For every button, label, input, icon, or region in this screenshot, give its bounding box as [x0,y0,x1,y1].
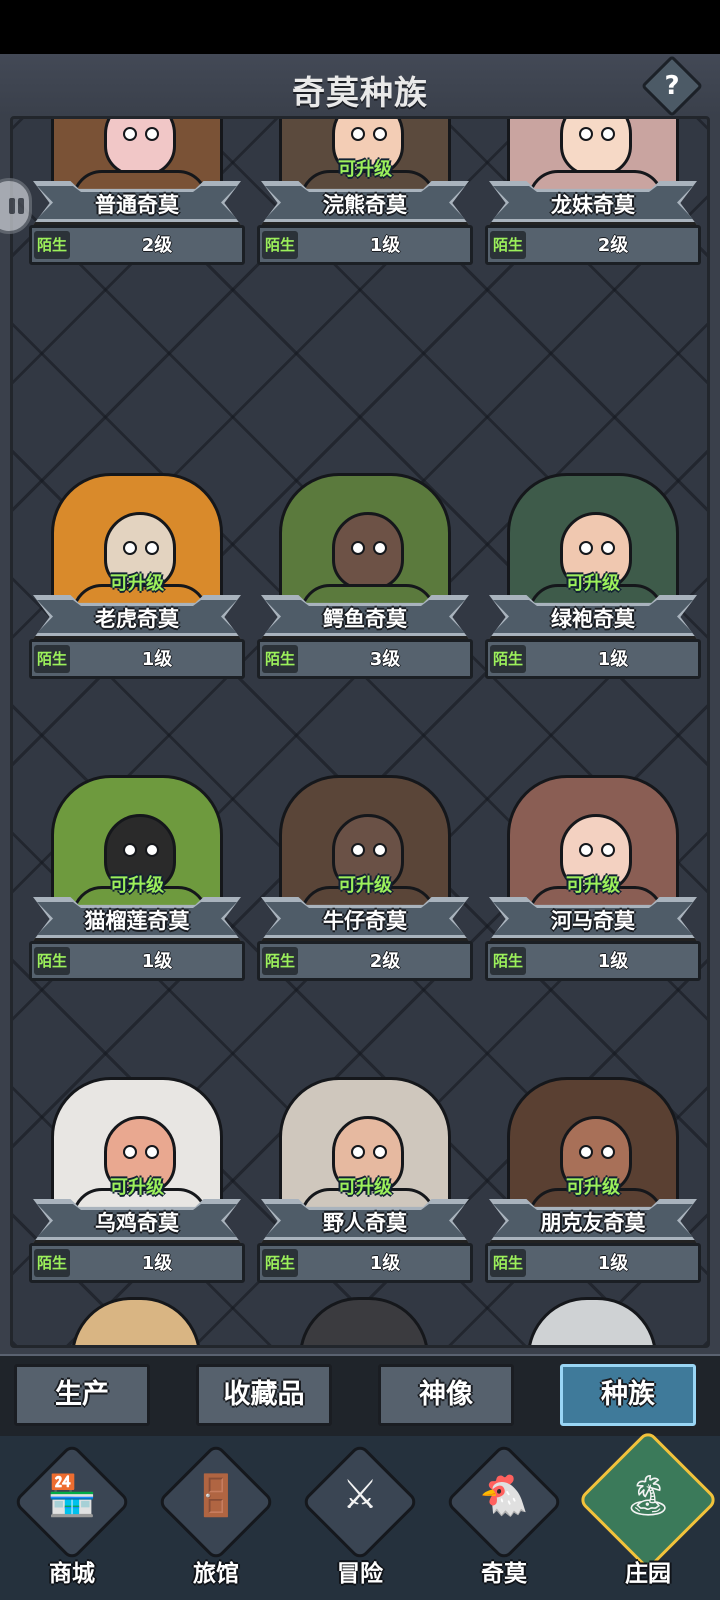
shop-icon: 🏪 [47,1473,97,1519]
nav-adventure[interactable]: ⚔ 冒险 [288,1442,432,1600]
familiarity-badge: 陌生 [490,947,526,975]
kimo-level: 3级 [369,649,401,670]
upgrade-available-label: 可升级 [110,573,164,594]
kimo-plaque: 牛仔奇莫陌生 2级 [249,897,481,991]
upgrade-available-label: 可升级 [566,875,620,896]
upgrade-available-label: 可升级 [566,573,620,594]
upgrade-available-label: 可升级 [338,159,392,180]
tab-race[interactable]: 种族 [560,1364,696,1426]
kimo-plaque: 野人奇莫陌生 1级 [249,1199,481,1293]
kimo-card[interactable]: 可升级牛仔奇莫陌生 2级 [249,775,481,1077]
kimo-portrait [279,473,451,613]
help-icon: ? [664,71,680,101]
upgrade-available-label: 可升级 [566,1177,620,1198]
familiarity-badge: 陌生 [262,645,298,673]
familiarity-badge: 陌生 [34,947,70,975]
kimo-name: 老虎奇莫 [95,607,179,631]
familiarity-badge: 陌生 [34,231,70,259]
familiarity-badge: 陌生 [262,1249,298,1277]
kimo-name: 朋克友奇莫 [540,1211,646,1235]
nav-label: 奇莫 [481,1561,527,1587]
familiarity-badge: 陌生 [490,1249,526,1277]
familiarity-badge: 陌生 [34,645,70,673]
status-bar [0,0,720,54]
inn-icon: 🚪 [191,1473,241,1519]
tab-statues[interactable]: 神像 [378,1364,514,1426]
kimo-card[interactable]: 可升级猫榴莲奇莫 陌生 1级 [21,775,253,1077]
bottom-nav: 🏪 商城 🚪 旅馆 ⚔ 冒险 🐔 奇莫 🏝 庄园 [0,1429,720,1600]
kimo-level: 2级 [141,235,173,256]
kimo-name: 野人奇莫 [323,1211,407,1235]
familiarity-badge: 陌生 [34,1249,70,1277]
kimo-level: 1级 [369,235,401,256]
kimo-name: 牛仔奇莫 [323,909,407,933]
nav-kimo[interactable]: 🐔 奇莫 [432,1442,576,1600]
kimo-level: 1级 [369,1253,401,1274]
familiarity-badge: 陌生 [262,231,298,259]
kimo-plaque: 鳄鱼奇莫陌生 3级 [249,595,481,689]
upgrade-available-label: 可升级 [110,875,164,896]
category-tabs: 生产 收藏品 神像 种族 [0,1354,720,1436]
kimo-plaque: 朋克友奇莫 陌生 1级 [477,1199,707,1293]
nav-label: 庄园 [625,1561,671,1587]
kimo-card[interactable]: 普通奇莫陌生 2级 [21,119,253,361]
kimo-name: 龙妹奇莫 [551,193,635,217]
kimo-card[interactable]: 龙妹奇莫陌生 2级 [477,119,707,361]
kimo-race-grid[interactable]: 普通奇莫 陌生 2级 可升级 浣熊奇莫 陌生 1级 龙妹奇莫 陌生 2级 可升级 老虎奇莫 陌生 1级 鳄鱼… [10,116,710,1348]
race-panel: 奇莫种族 ? 普通奇莫 陌生 2级 可升级 浣熊奇莫 陌生 1级 龙妹奇莫 陌生 2级 可升级 老虎奇… [0,54,720,1354]
upgrade-available-label: 可升级 [110,1177,164,1198]
kimo-level: 1级 [597,649,629,670]
kimo-card[interactable]: 鳄鱼奇莫陌生 3级 [249,473,481,775]
kimo-card[interactable]: 可升级河马奇莫陌生 1级 [477,775,707,1077]
upgrade-available-label: 可升级 [338,1177,392,1198]
title-bar: 奇莫种族 ? [0,54,720,118]
kimo-level: 1级 [597,951,629,972]
nav-label: 旅馆 [193,1561,239,1587]
nav-label: 冒险 [337,1561,383,1587]
help-button[interactable]: ? [640,54,704,118]
kimo-card[interactable]: 可升级绿袍奇莫陌生 1级 [477,473,707,775]
manor-island-icon: 🏝 [622,1473,674,1519]
kimo-level: 2级 [369,951,401,972]
kimo-name: 普通奇莫 [95,193,179,217]
kimo-card[interactable]: 可升级老虎奇莫陌生 1级 [21,473,253,775]
kimo-name: 猫榴莲奇莫 [84,909,190,933]
familiarity-badge: 陌生 [262,947,298,975]
nav-label: 商城 [49,1561,95,1587]
kimo-name: 乌鸡奇莫 [95,1211,179,1235]
tab-production[interactable]: 生产 [14,1364,150,1426]
kimo-plaque: 乌鸡奇莫陌生 1级 [21,1199,253,1293]
kimo-level: 1级 [597,1253,629,1274]
kimo-card[interactable]: 可升级浣熊奇莫陌生 1级 [249,119,481,361]
kimo-icon: 🐔 [479,1473,529,1519]
nav-shop[interactable]: 🏪 商城 [0,1442,144,1600]
kimo-plaque: 猫榴莲奇莫 陌生 1级 [21,897,253,991]
upgrade-available-label: 可升级 [338,875,392,896]
familiarity-badge: 陌生 [490,645,526,673]
kimo-plaque: 河马奇莫陌生 1级 [477,897,707,991]
kimo-name: 河马奇莫 [551,909,635,933]
nav-manor[interactable]: 🏝 庄园 [576,1429,720,1600]
tab-collectibles[interactable]: 收藏品 [196,1364,332,1426]
kimo-plaque: 浣熊奇莫陌生 1级 [249,181,481,275]
kimo-level: 2级 [597,235,629,256]
kimo-name: 鳄鱼奇莫 [323,607,407,631]
kimo-plaque: 绿袍奇莫陌生 1级 [477,595,707,689]
kimo-name: 绿袍奇莫 [551,607,635,631]
kimo-plaque: 老虎奇莫陌生 1级 [21,595,253,689]
kimo-level: 1级 [141,1253,173,1274]
nav-inn[interactable]: 🚪 旅馆 [144,1442,288,1600]
kimo-plaque: 龙妹奇莫陌生 2级 [477,181,707,275]
kimo-plaque: 普通奇莫陌生 2级 [21,181,253,275]
kimo-level: 1级 [141,649,173,670]
kimo-name: 浣熊奇莫 [323,193,407,217]
familiarity-badge: 陌生 [490,231,526,259]
adventure-swords-icon: ⚔ [342,1472,378,1518]
page-title: 奇莫种族 [292,73,428,112]
kimo-level: 1级 [141,951,173,972]
